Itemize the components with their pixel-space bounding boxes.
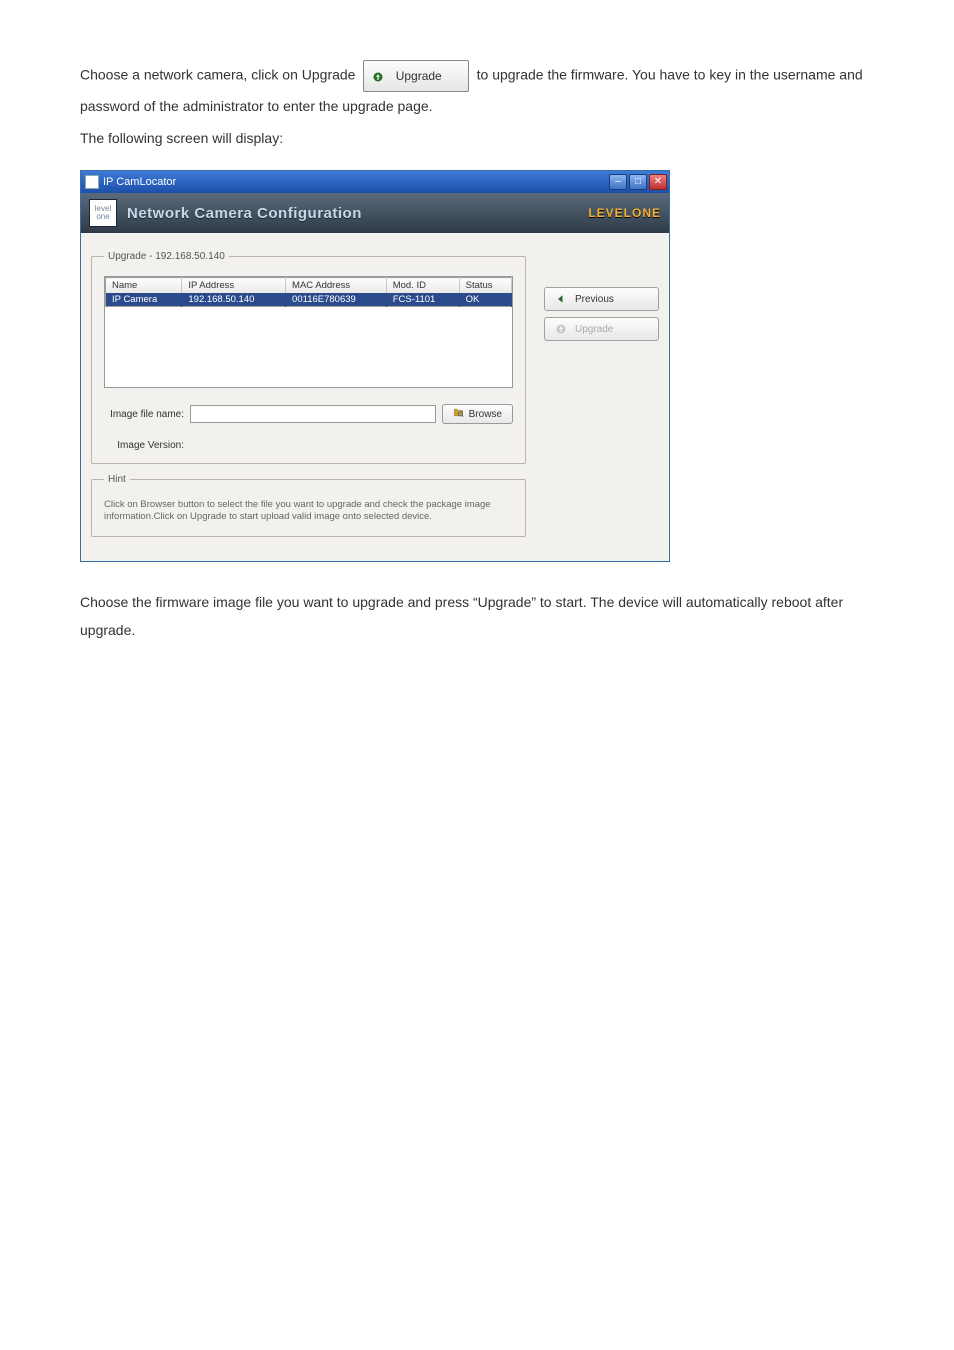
hint-legend: Hint [104, 474, 130, 485]
app-icon [85, 175, 99, 189]
col-ip: IP Address [182, 278, 286, 294]
upgrade-button[interactable]: Upgrade [544, 317, 659, 341]
col-name: Name [106, 278, 182, 294]
brand-logo-icon: levelone [89, 199, 117, 227]
previous-button-label: Previous [575, 294, 614, 305]
cell-modid: FCS-1101 [386, 293, 459, 307]
upgrade-fieldset-legend: Upgrade - 192.168.50.140 [104, 251, 229, 262]
cell-ip: 192.168.50.140 [182, 293, 286, 307]
maximize-button[interactable]: □ [629, 174, 647, 190]
col-modid: Mod. ID [386, 278, 459, 294]
table-header-row: Name IP Address MAC Address Mod. ID Stat… [106, 278, 512, 294]
upgrade-button-icon [555, 323, 567, 335]
device-table-wrap: Name IP Address MAC Address Mod. ID Stat… [104, 276, 513, 388]
table-row[interactable]: IP Camera 192.168.50.140 00116E780639 FC… [106, 293, 512, 307]
image-version-label: Image Version: [104, 440, 184, 451]
browse-button[interactable]: Browse [442, 404, 513, 424]
banner-title: Network Camera Configuration [127, 205, 588, 222]
browse-button-label: Browse [469, 409, 502, 420]
paragraph-2: The following screen will display: [80, 124, 874, 152]
table-empty-area [105, 307, 512, 387]
previous-icon [555, 293, 567, 305]
cell-status: OK [459, 293, 511, 307]
image-file-label: Image file name: [104, 409, 184, 420]
cell-name: IP Camera [106, 293, 182, 307]
previous-button[interactable]: Previous [544, 287, 659, 311]
browse-icon [453, 407, 464, 421]
hint-text: Click on Browser button to select the fi… [104, 499, 513, 524]
upgrade-fieldset: Upgrade - 192.168.50.140 Name IP Address… [91, 251, 526, 464]
device-table: Name IP Address MAC Address Mod. ID Stat… [105, 277, 512, 307]
upgrade-button-label: Upgrade [575, 324, 613, 335]
window-title: IP CamLocator [103, 176, 607, 188]
upgrade-inline-button-label: Upgrade [396, 69, 442, 83]
paragraph-1: Choose a network camera, click on Upgrad… [80, 60, 874, 120]
brand-text: LEVELONE [588, 206, 661, 220]
close-button[interactable]: ✕ [649, 174, 667, 190]
upgrade-icon [372, 71, 384, 83]
paragraph-3: Choose the firmware image file you want … [80, 588, 874, 644]
cell-mac: 00116E780639 [286, 293, 387, 307]
banner: levelone Network Camera Configuration LE… [81, 193, 669, 233]
image-file-row: Image file name: Browse [104, 404, 513, 424]
upgrade-inline-button[interactable]: Upgrade [363, 60, 468, 92]
app-window: IP CamLocator – □ ✕ levelone Network Cam… [80, 170, 670, 562]
col-status: Status [459, 278, 511, 294]
image-version-row: Image Version: [104, 440, 513, 451]
image-file-input[interactable] [190, 405, 436, 423]
col-mac: MAC Address [286, 278, 387, 294]
minimize-button[interactable]: – [609, 174, 627, 190]
hint-fieldset: Hint Click on Browser button to select t… [91, 474, 526, 537]
para1-part-a: Choose a network camera, click on Upgrad… [80, 67, 359, 83]
titlebar: IP CamLocator – □ ✕ [81, 171, 669, 193]
